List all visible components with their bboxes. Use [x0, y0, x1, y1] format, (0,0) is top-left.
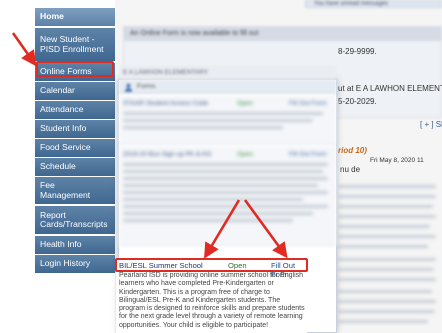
announcement-title: An Online Form is now available to fill … — [124, 27, 441, 41]
sidebar-item-health-info[interactable]: Health Info — [35, 236, 115, 255]
fill-out-form-link-bus[interactable]: Fill Out Form — [289, 151, 327, 158]
sidebar: Home New Student - PISD Enrollment Onlin… — [35, 8, 115, 333]
highlight-online-forms — [36, 61, 114, 77]
sidebar-item-student-info[interactable]: Student Info — [35, 120, 115, 139]
forms-panel-header: Forms — [119, 80, 336, 94]
form-row-staar: STAAR Student Access Code Open Fill Out … — [119, 95, 336, 145]
sidebar-item-report-cards[interactable]: Report Cards/Transcripts — [35, 206, 115, 235]
post-date: Fri May 8, 2020 11 — [370, 157, 424, 164]
summer-school-description: Pearland ISD is providing online summer … — [119, 272, 305, 329]
announce-line-2: ut at E A LAWHON ELEMENT — [338, 84, 442, 93]
sidebar-item-attendance[interactable]: Attendance — [35, 101, 115, 120]
expand-link[interactable]: [ + ] Sh — [420, 120, 442, 129]
sidebar-item-schedule[interactable]: Schedule — [35, 158, 115, 177]
fill-out-form-link-staar[interactable]: Fill Out Form — [289, 100, 327, 107]
sidebar-item-calendar[interactable]: Calendar — [35, 82, 115, 101]
highlight-summer-school — [115, 258, 308, 272]
post-fragment: nu de — [340, 165, 361, 174]
period-label: riod 10) — [338, 146, 367, 155]
sidebar-item-fee-management[interactable]: Fee Management — [35, 177, 115, 205]
school-header: E A LAWHON ELEMENTARY — [119, 66, 336, 80]
sidebar-item-home[interactable]: Home — [35, 8, 115, 27]
sidebar-item-login-history[interactable]: Login History — [35, 255, 115, 274]
sidebar-item-new-student-enrollment[interactable]: New Student - PISD Enrollment — [35, 28, 115, 62]
announce-line-1: 8-29-9999. — [338, 47, 377, 56]
form-row-bus-signup: 2019-20 Bus Sign up PK & KG Open Fill Ou… — [119, 146, 336, 246]
unread-messages-notice[interactable]: You have unread messages — [305, 0, 442, 8]
arrow-to-online-forms — [11, 32, 37, 67]
announce-line-3: 5-20-2029. — [338, 97, 377, 106]
sidebar-item-food-service[interactable]: Food Service — [35, 139, 115, 158]
user-icon — [124, 83, 133, 92]
